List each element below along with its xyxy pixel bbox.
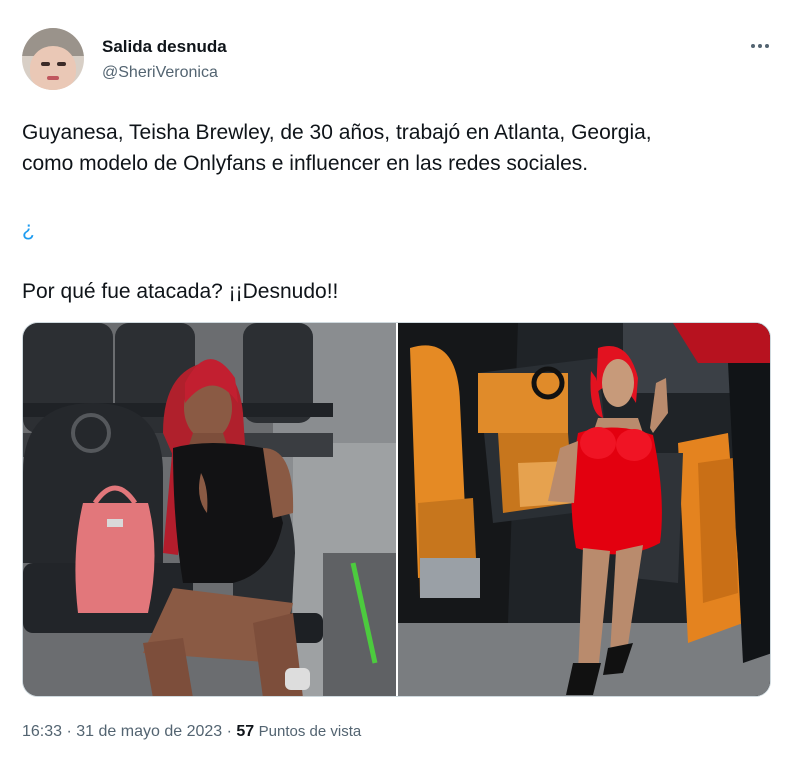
photo-woman-red-dress-car[interactable]: [398, 323, 770, 696]
tweet-text-line: Por qué fue atacada? ¡¡Desnudo!!: [22, 280, 339, 303]
meta-separator: ·: [226, 723, 232, 740]
photo-woman-black-dress-arena[interactable]: [23, 323, 396, 696]
tweet-time[interactable]: 16:33: [22, 723, 62, 740]
meta-separator: ·: [66, 723, 72, 740]
tweet: Salida desnuda @SheriVeronica Guyanesa, …: [0, 0, 800, 765]
tweet-text-link[interactable]: ¿: [22, 214, 772, 246]
avatar[interactable]: [22, 28, 84, 90]
more-horizontal-icon[interactable]: [744, 34, 776, 58]
views-count[interactable]: 57: [236, 723, 254, 740]
tweet-date[interactable]: 31 de mayo de 2023: [76, 723, 222, 740]
tweet-text-line: Guyanesa, Teisha Brewley, de 30 años, tr…: [22, 121, 652, 144]
tweet-meta: 16:33 · 31 de mayo de 2023 · 57 Puntos d…: [22, 723, 361, 741]
tweet-text-line: como modelo de Onlyfans e influencer en …: [22, 152, 589, 175]
author-handle[interactable]: @SheriVeronica: [102, 64, 218, 82]
media-grid: [22, 322, 771, 697]
author-display-name[interactable]: Salida desnuda: [102, 37, 227, 57]
views-label[interactable]: Puntos de vista: [259, 723, 362, 740]
